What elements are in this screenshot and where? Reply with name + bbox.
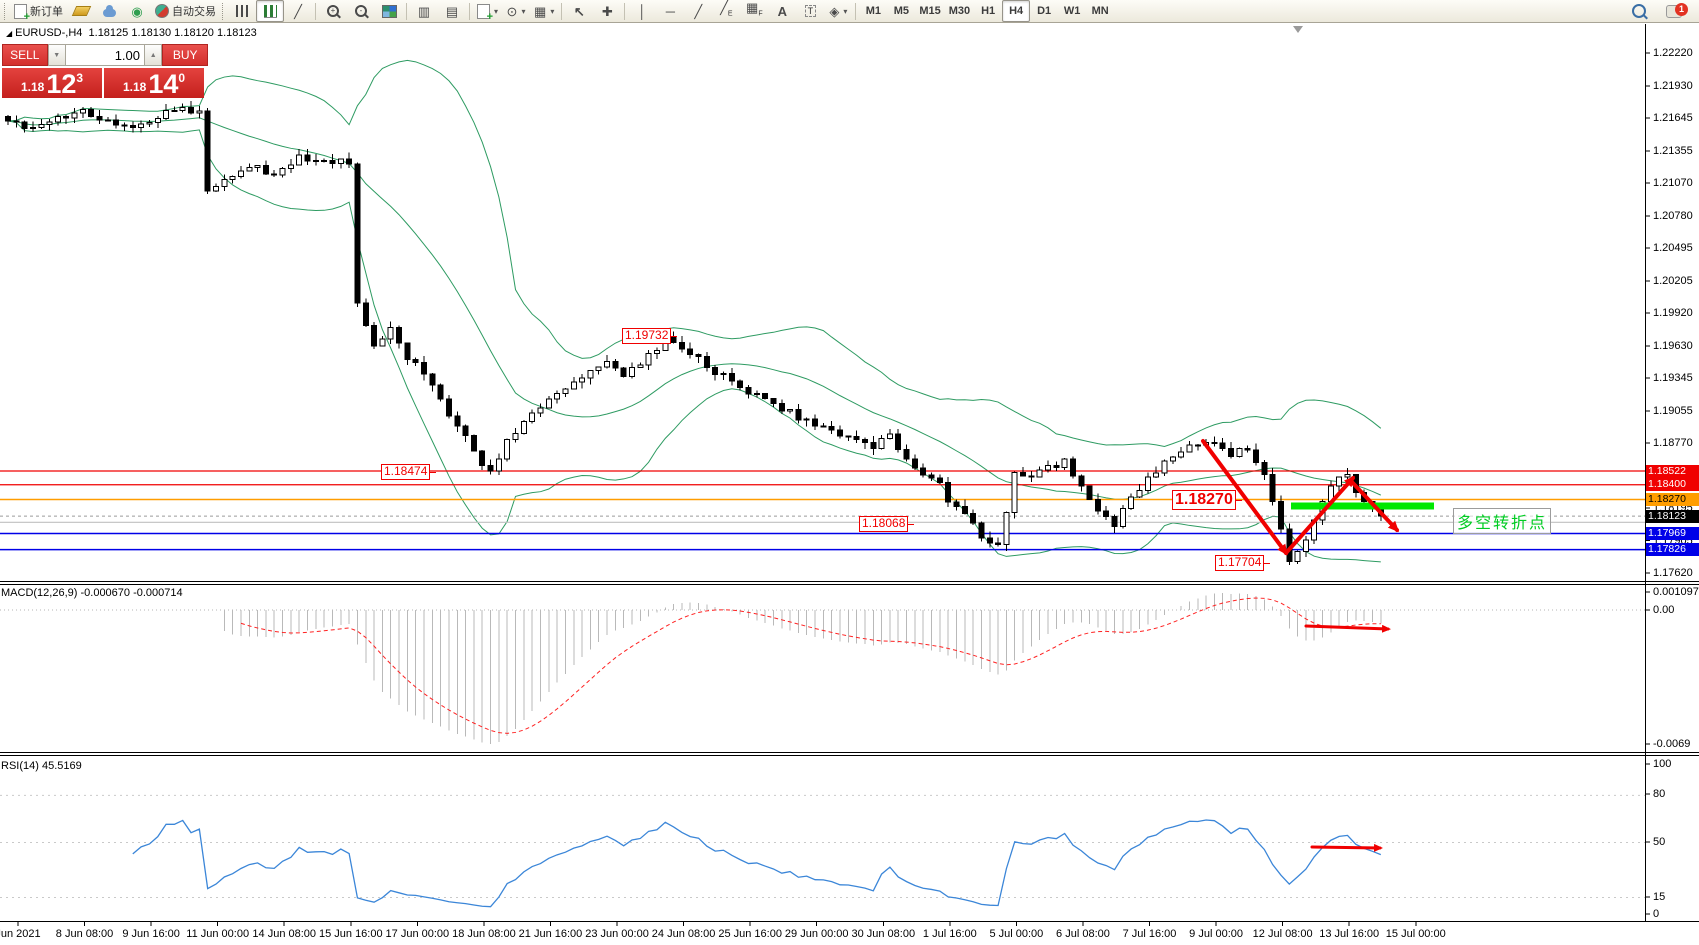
time-label-20: 13 Jul 16:00 [1319,928,1379,940]
rsi-label: RSI(14) 45.5169 [1,760,82,772]
price-tick-1.21930: 1.21930 [1653,80,1693,92]
price-tick-1.19345: 1.19345 [1653,372,1693,384]
pane-separator-macd[interactable] [0,581,1699,585]
time-label-3: 11 Jun 00:00 [186,928,249,940]
price-callout-1.18474[interactable]: 1.18474 [381,464,430,480]
one-click-trading-panel: SELL ▼ ▲ BUY 1.18123 1.18140 [2,44,208,98]
buy-button[interactable]: BUY [162,44,208,66]
macd-axis--0.0069: -0.0069 [1653,738,1690,750]
time-axis-line [0,921,1699,922]
time-label-15: 5 Jul 00:00 [989,928,1043,940]
rsi-axis-0: 0 [1653,908,1659,920]
macd-signal-line [241,598,1381,733]
time-label-11: 25 Jun 16:00 [718,928,782,940]
horizontal-line-objects[interactable] [0,471,1645,550]
time-label-6: 17 Jun 00:00 [386,928,450,940]
price-callout-1.18270[interactable]: 1.18270 [1172,490,1236,510]
bollinger-bands [8,60,1381,562]
sell-button[interactable]: SELL [2,44,48,66]
price-tick-1.17620: 1.17620 [1653,567,1693,579]
price-badge-1.18123: 1.18123 [1646,510,1699,523]
sell-price-display[interactable]: 1.18123 [2,68,102,98]
price-tick-1.22220: 1.22220 [1653,47,1693,59]
sell-price-sup: 3 [76,71,83,85]
time-label-18: 9 Jul 00:00 [1189,928,1243,940]
rsi-axis-80: 80 [1653,788,1665,800]
mt4-window: +新订单◉自动交易╱+-▥▤+▾⊙▾▦▾↖✚│─╱╱E▦FAT◈▾M1M5M15… [0,0,1699,945]
price-tick-1.19055: 1.19055 [1653,405,1693,417]
time-label-13: 30 Jun 08:00 [851,928,915,940]
time-label-0: Jun 2021 [0,928,41,940]
price-tick-1.18770: 1.18770 [1653,437,1693,449]
price-callout-1.17704[interactable]: 1.17704 [1215,555,1264,571]
time-label-2: 9 Jun 16:00 [122,928,180,940]
volume-down-spinner[interactable]: ▼ [48,44,66,66]
time-label-12: 29 Jun 00:00 [785,928,849,940]
rsi-axis-50: 50 [1653,836,1665,848]
symbol-text: EURUSD-,H4 [15,27,82,39]
time-label-17: 7 Jul 16:00 [1123,928,1177,940]
price-badge-1.18270: 1.18270 [1646,493,1699,506]
time-label-14: 1 Jul 16:00 [923,928,977,940]
price-tick-1.21070: 1.21070 [1653,177,1693,189]
rsi-red-arrow[interactable] [1312,847,1380,848]
rsi-axis-15: 15 [1653,891,1665,903]
buy-price-sup: 0 [178,71,185,85]
rsi-line [133,820,1381,907]
chart-shift-marker[interactable] [1293,26,1303,33]
price-tick-1.21355: 1.21355 [1653,145,1693,157]
sell-price-prefix: 1.18 [21,80,44,94]
macd-axis-0.001097: 0.001097 [1653,586,1699,598]
time-label-5: 15 Jun 16:00 [319,928,383,940]
buy-price-big: 14 [148,71,178,97]
buy-price-display[interactable]: 1.18140 [104,68,204,98]
volume-up-spinner[interactable]: ▲ [144,44,162,66]
sell-price-big: 12 [46,71,76,97]
macd-red-arrow[interactable] [1306,626,1388,629]
chart-symbol-label: ◢EURUSD-,H4 1.18125 1.18130 1.18120 1.18… [6,27,257,39]
macd-axis-0.00: 0.00 [1653,604,1674,616]
time-label-21: 15 Jul 00:00 [1386,928,1446,940]
time-label-7: 18 Jun 08:00 [452,928,516,940]
ohlc-text: 1.18125 1.18130 1.18120 1.18123 [89,27,257,39]
pivot-annotation-textbox[interactable]: 多空转折点 [1453,508,1551,534]
price-tick-1.21645: 1.21645 [1653,112,1693,124]
pane-separator-rsi[interactable] [0,752,1699,756]
chart-canvas[interactable] [0,0,1699,945]
time-label-16: 6 Jul 08:00 [1056,928,1110,940]
price-tick-1.19630: 1.19630 [1653,340,1693,352]
buy-price-prefix: 1.18 [123,80,146,94]
time-label-8: 21 Jun 16:00 [519,928,583,940]
price-callout-1.19732[interactable]: 1.19732 [622,328,671,344]
price-badge-1.17826: 1.17826 [1646,543,1699,556]
macd-histogram [224,593,1380,744]
price-tick-1.19920: 1.19920 [1653,307,1693,319]
volume-input[interactable] [66,44,144,66]
time-label-1: 8 Jun 08:00 [56,928,114,940]
time-label-19: 12 Jul 08:00 [1253,928,1313,940]
green-highlight-bar[interactable] [1291,503,1434,510]
price-tick-1.20780: 1.20780 [1653,210,1693,222]
price-tick-1.20205: 1.20205 [1653,275,1693,287]
price-tick-1.20495: 1.20495 [1653,242,1693,254]
price-badge-1.17969: 1.17969 [1646,527,1699,540]
time-label-9: 23 Jun 00:00 [585,928,649,940]
macd-label: MACD(12,26,9) -0.000670 -0.000714 [1,587,183,599]
price-badge-1.18400: 1.18400 [1646,478,1699,491]
time-label-10: 24 Jun 08:00 [652,928,716,940]
rsi-axis-100: 100 [1653,758,1671,770]
price-badge-1.18522: 1.18522 [1646,465,1699,478]
chart-corner-icon: ◢ [6,29,12,38]
price-callout-1.18068[interactable]: 1.18068 [859,516,908,532]
time-label-4: 14 Jun 08:00 [252,928,316,940]
